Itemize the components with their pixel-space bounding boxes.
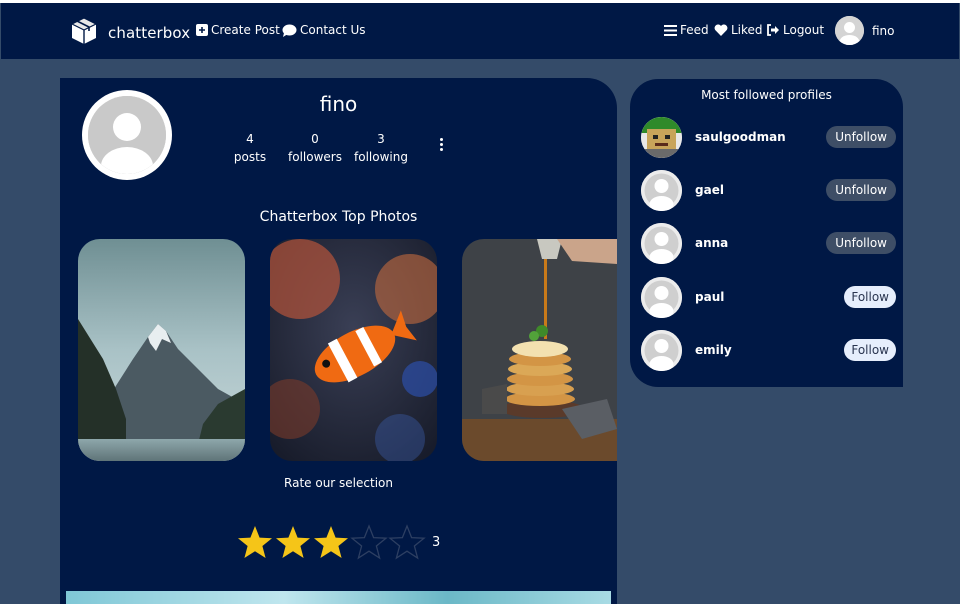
create-post-label: Create Post [211,23,280,37]
heart-icon [714,24,728,36]
avatar-emily [641,329,682,371]
most-followed-title: Most followed profiles [701,88,832,102]
profile-row-paul[interactable]: paul Follow [641,276,896,318]
profile-row-emily[interactable]: emily Follow [641,329,896,371]
follow-button-emily[interactable]: Follow [844,339,896,361]
profile-name-saulgoodman[interactable]: saulgoodman [695,130,826,144]
profile-row-saulgoodman[interactable]: saulgoodman Unfollow [641,116,896,158]
stat-following[interactable]: 3 following [351,130,411,166]
rate-selection-label: Rate our selection [284,476,393,490]
liked-label: Liked [731,23,763,37]
avatar-gael [641,169,682,211]
stat-followers[interactable]: 0 followers [285,130,345,166]
brand-link[interactable]: chatterbox [69,16,190,50]
profile-name-paul[interactable]: paul [695,290,844,304]
unfollow-button-gael[interactable]: Unfollow [826,179,896,201]
unfollow-button-anna[interactable]: Unfollow [826,232,896,254]
stat-posts-label: posts [233,150,267,164]
user-avatar [835,16,864,45]
avatar-anna [641,222,682,264]
nav-username: fino [872,23,895,38]
avatar-saulgoodman [641,116,682,158]
star-5-empty-icon[interactable] [388,524,426,560]
create-post-link[interactable]: Create Post [196,23,280,37]
stat-posts-value: 4 [246,132,254,146]
profile-name-anna[interactable]: anna [695,236,826,250]
logout-label: Logout [783,23,825,37]
most-followed-card: Most followed profiles saulgoodman Unfol… [630,79,903,387]
profile-row-gael[interactable]: gael Unfollow [641,169,896,211]
profile-name-gael[interactable]: gael [695,183,826,197]
photo-mountain-lake[interactable] [78,239,245,461]
stat-following-label: following [354,150,408,164]
top-photos-title: Chatterbox Top Photos [259,209,418,225]
navbar: chatterbox Create Post Contact Us Feed L… [1,3,959,59]
menu-lines-icon [664,24,677,36]
feed-link[interactable]: Feed [664,23,709,37]
box-logo-icon [69,16,99,50]
contact-us-label: Contact Us [300,23,366,37]
stat-followers-value: 0 [311,132,319,146]
profile-row-anna[interactable]: anna Unfollow [641,222,896,264]
contact-us-link[interactable]: Contact Us [282,23,366,37]
star-rating[interactable]: 3 [236,524,440,560]
profile-name-text: fino [319,92,358,116]
star-1-filled-icon[interactable] [236,524,274,560]
liked-link[interactable]: Liked [714,23,763,37]
unfollow-button-saulgoodman[interactable]: Unfollow [826,126,896,148]
stat-following-value: 3 [377,132,385,146]
logout-link[interactable]: Logout [766,23,824,37]
feed-label: Feed [680,23,709,37]
avatar-paul [641,276,682,318]
post-image-preview[interactable] [66,591,611,604]
photo-clownfish[interactable] [270,239,437,461]
profile-name-emily[interactable]: emily [695,343,844,357]
stat-followers-label: followers [288,150,342,164]
brand-name: chatterbox [108,24,191,42]
profile-card: fino 4 posts 0 followers 3 following Cha… [60,78,617,604]
profile-name: fino [60,92,617,116]
star-2-filled-icon[interactable] [274,524,312,560]
photo-pancakes[interactable] [462,239,617,461]
chat-bubble-icon [282,24,297,37]
plus-square-icon [196,24,208,36]
stat-posts: 4 posts [230,130,270,166]
user-menu[interactable]: fino [835,16,895,45]
follow-button-paul[interactable]: Follow [844,286,896,308]
rating-value: 3 [432,534,441,550]
sign-out-icon [766,24,780,36]
star-4-empty-icon[interactable] [350,524,388,560]
more-options-icon[interactable] [440,138,444,153]
star-3-filled-icon[interactable] [312,524,350,560]
